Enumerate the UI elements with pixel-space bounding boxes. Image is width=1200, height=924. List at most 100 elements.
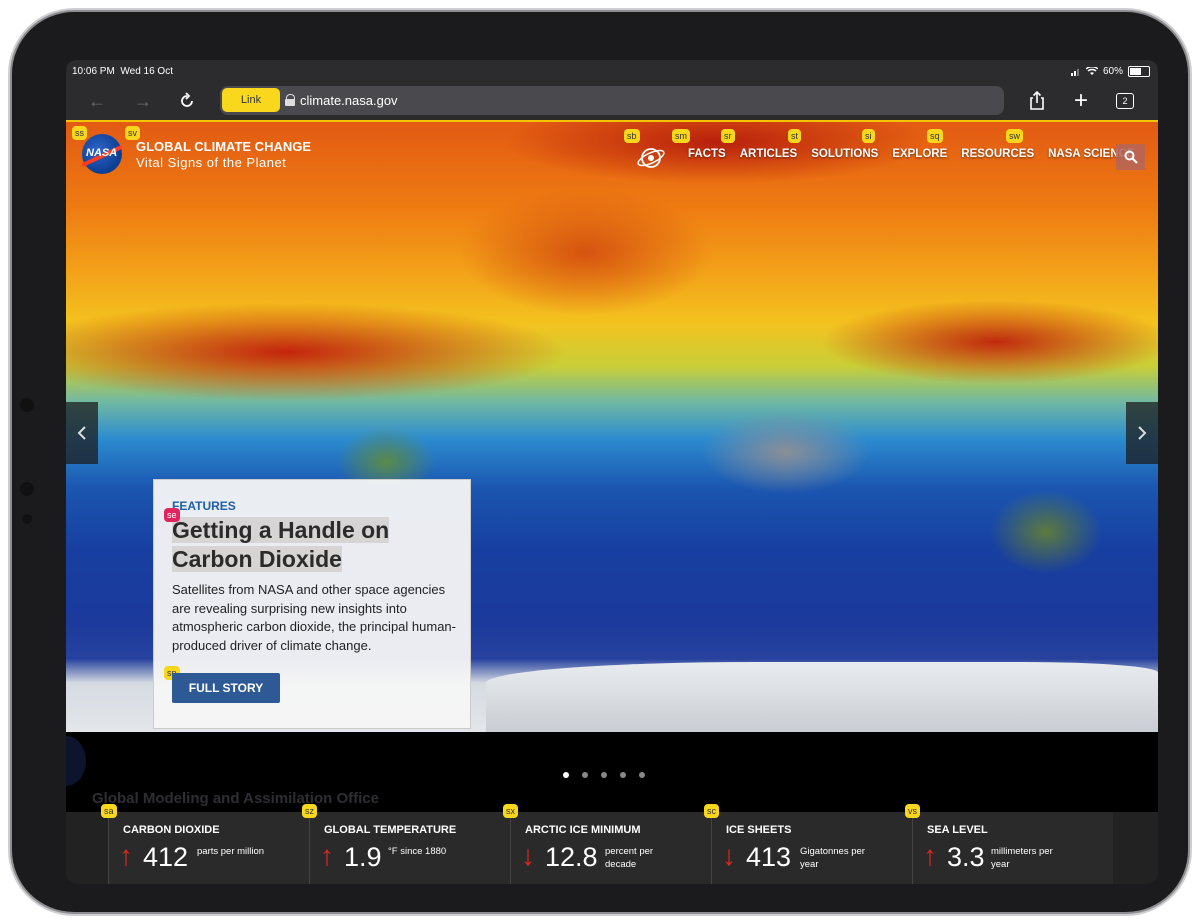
carousel-dot[interactable] — [620, 772, 626, 778]
hint-badge: sv — [125, 126, 140, 140]
vital-unit: millimeters per year — [991, 846, 1053, 870]
vital-value: 12.8 — [545, 842, 598, 872]
nav-resources[interactable]: RESOURCES — [961, 148, 1034, 160]
search-button[interactable] — [1116, 144, 1145, 170]
hint-badge: sm — [672, 129, 690, 143]
tabs-icon: 2 — [1116, 93, 1134, 109]
carousel-dot[interactable] — [582, 772, 588, 778]
back-button[interactable]: ← — [84, 88, 110, 114]
hint-badge: st — [788, 129, 802, 143]
site-header: NASA ss sv GLOBAL CLIMATE CHANGE Vital S… — [66, 122, 1158, 182]
hint-badge: sb — [624, 129, 640, 143]
carousel-dot[interactable] — [601, 772, 607, 778]
nav-solutions[interactable]: SOLUTIONS — [811, 148, 878, 160]
hint-badge: si — [862, 129, 875, 143]
hint-badge: vs — [905, 804, 920, 818]
lock-icon — [285, 94, 295, 106]
feature-title-text[interactable]: Getting a Handle on Carbon Dioxide — [172, 517, 390, 572]
vital-carbon-dioxide[interactable]: CARBON DIOXIDE ↑ 412 parts per million — [108, 812, 309, 884]
vital-unit: parts per million — [197, 846, 265, 857]
vital-label: SEA LEVEL — [927, 824, 988, 836]
vital-label: CARBON DIOXIDE — [123, 824, 220, 836]
hint-badge: sa — [101, 804, 117, 818]
feature-description: Satellites from NASA and other space age… — [172, 582, 456, 653]
nav-explore[interactable]: EXPLORE — [892, 148, 947, 160]
vital-value: 412 — [143, 842, 189, 872]
reload-icon — [181, 92, 193, 107]
trend-up-arrow-icon: ↑ — [320, 840, 334, 871]
vital-ice-sheets[interactable]: ICE SHEETS ↓ 413 Gigatonnes per year — [711, 812, 912, 884]
share-button[interactable] — [1024, 88, 1050, 114]
vital-label: ICE SHEETS — [726, 824, 792, 836]
carousel-dots — [563, 772, 645, 778]
vital-unit: °F since 1880 — [388, 846, 447, 857]
full-story-button[interactable]: FULL STORY — [172, 673, 280, 703]
address-bar[interactable]: Link climate.nasa.gov — [220, 86, 1004, 115]
gmao-logo — [66, 736, 86, 786]
carousel-prev-button[interactable] — [66, 402, 98, 464]
vital-signs-bar: CARBON DIOXIDE ↑ 412 parts per million G… — [66, 804, 1158, 884]
hint-badge: sr — [721, 129, 735, 143]
main-nav: FACTS ARTICLES SOLUTIONS EXPLORE RESOURC… — [688, 148, 1135, 160]
side-button — [22, 514, 32, 524]
hint-badge: sx — [503, 804, 518, 818]
cellular-icon — [1070, 68, 1079, 76]
hint-badge: sq — [927, 129, 943, 143]
ipad-frame: 10:06 PM Wed 16 Oct 60% ← → Link climate… — [12, 12, 1188, 912]
vital-sea-level[interactable]: SEA LEVEL ↑ 3.3 millimeters per year — [912, 812, 1113, 884]
hint-badge: se — [164, 508, 180, 522]
hint-badge: sw — [1006, 129, 1023, 143]
vital-label: GLOBAL TEMPERATURE — [324, 824, 457, 836]
hero-carousel: NASA ss sv GLOBAL CLIMATE CHANGE Vital S… — [66, 122, 1158, 732]
status-bar: 10:06 PM Wed 16 Oct 60% — [66, 60, 1158, 82]
nav-facts[interactable]: FACTS — [688, 148, 726, 160]
url-text[interactable]: climate.nasa.gov — [300, 93, 398, 108]
trend-down-arrow-icon: ↓ — [722, 840, 736, 871]
trend-up-arrow-icon: ↑ — [923, 840, 937, 871]
feature-card: FEATURES Getting a Handle on Carbon Diox… — [153, 479, 471, 729]
browser-toolbar: ← → Link climate.nasa.gov + 2 — [66, 82, 1158, 120]
vital-value: 413 — [746, 842, 792, 872]
new-tab-button[interactable]: + — [1068, 87, 1094, 114]
link-hint-badge[interactable]: Link — [222, 88, 280, 112]
nav-articles[interactable]: ARTICLES — [740, 148, 798, 160]
time-text: 10:06 PM — [72, 66, 115, 77]
globe-icon[interactable] — [636, 142, 666, 172]
antarctica-ice — [486, 662, 1158, 732]
trend-up-arrow-icon: ↑ — [119, 840, 133, 871]
vital-global-temperature[interactable]: GLOBAL TEMPERATURE ↑ 1.9 °F since 1880 — [309, 812, 510, 884]
forward-button[interactable]: → — [130, 88, 156, 114]
screen: 10:06 PM Wed 16 Oct 60% ← → Link climate… — [66, 60, 1158, 884]
video-caption-band: Global Modeling and Assimilation Office — [66, 732, 1158, 812]
feature-kicker[interactable]: FEATURES — [172, 499, 236, 513]
search-icon — [1124, 150, 1138, 164]
side-button — [20, 398, 34, 412]
wifi-icon — [1085, 67, 1098, 75]
vital-label: ARCTIC ICE MINIMUM — [525, 824, 641, 836]
nasa-logo[interactable]: NASA — [81, 134, 123, 174]
hint-badge: sz — [302, 804, 317, 818]
nasa-logo-text: NASA — [86, 147, 118, 159]
status-time: 10:06 PM Wed 16 Oct — [72, 66, 173, 77]
feature-title[interactable]: Getting a Handle on Carbon Dioxide — [172, 516, 452, 574]
vital-value: 3.3 — [947, 842, 985, 872]
tabs-button[interactable]: 2 — [1112, 88, 1138, 114]
carousel-dot[interactable] — [639, 772, 645, 778]
share-icon — [1030, 91, 1044, 110]
chevron-right-icon — [1138, 426, 1147, 440]
hint-badge: sc — [704, 804, 719, 818]
vital-value: 1.9 — [344, 842, 382, 872]
video-caption: Global Modeling and Assimilation Office — [92, 790, 379, 807]
reload-button[interactable] — [174, 88, 200, 114]
battery-icon — [1128, 66, 1150, 77]
site-title[interactable]: GLOBAL CLIMATE CHANGE — [136, 139, 311, 154]
hint-badge: ss — [72, 126, 87, 140]
vital-arctic-ice-minimum[interactable]: ARCTIC ICE MINIMUM ↓ 12.8 percent per de… — [510, 812, 711, 884]
carousel-next-button[interactable] — [1126, 402, 1158, 464]
carousel-dot[interactable] — [563, 772, 569, 778]
status-right: 60% — [1070, 66, 1150, 77]
vital-unit: percent per decade — [605, 846, 654, 870]
chevron-left-icon — [77, 426, 86, 440]
vital-unit: Gigatonnes per year — [800, 846, 865, 870]
site-subtitle[interactable]: Vital Signs of the Planet — [136, 155, 286, 170]
